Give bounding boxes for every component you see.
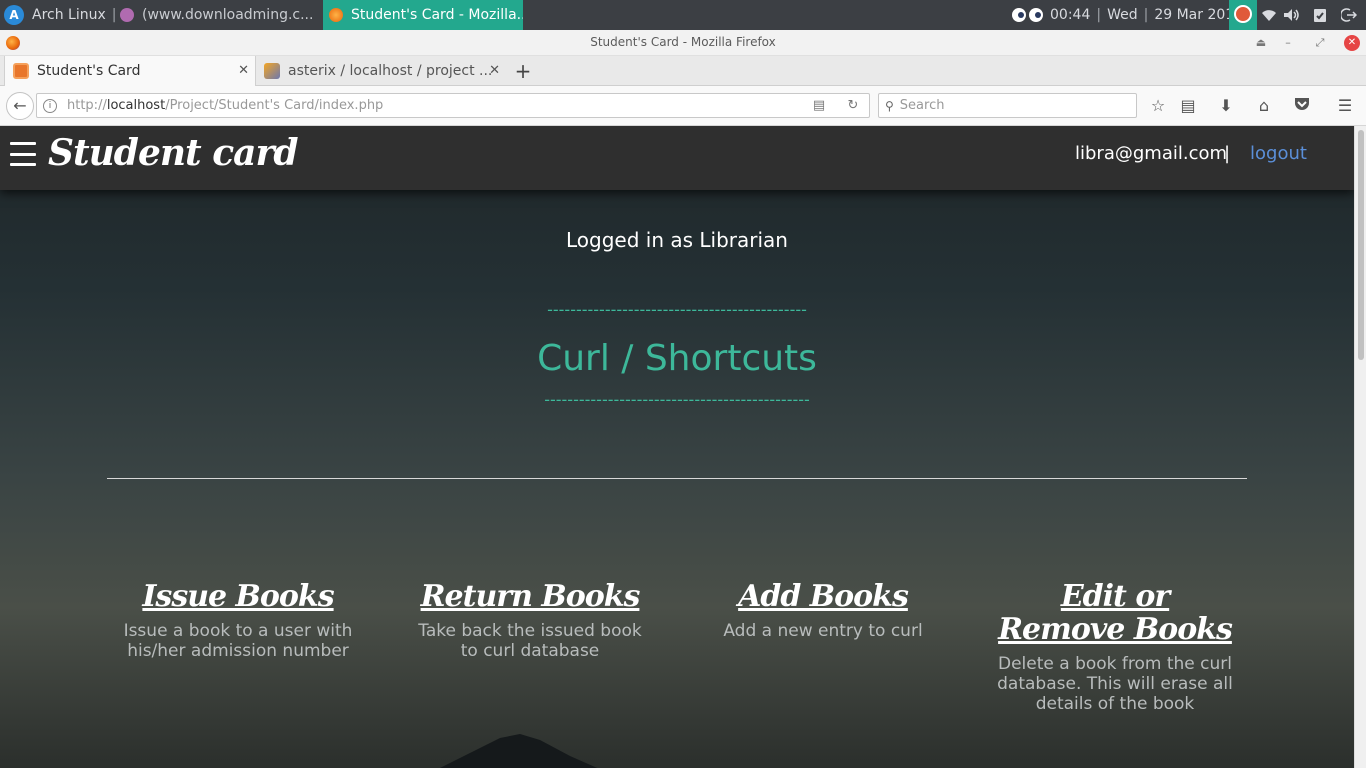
search-icon: ⚲ (885, 98, 894, 113)
site-header: Student card libra@gmail.com | logout (0, 126, 1354, 190)
close-window-button[interactable]: ✕ (1344, 35, 1360, 51)
volume-icon[interactable] (1283, 6, 1301, 24)
hamburger-menu-icon[interactable] (10, 142, 36, 166)
clock[interactable]: 00:44 | Wed | 29 Mar 2017 (1050, 0, 1243, 30)
os-menu[interactable]: A Arch Linux | (4, 0, 123, 30)
pocket-icon[interactable] (1291, 96, 1313, 116)
horizontal-divider (107, 478, 1247, 479)
mountain-background-image (440, 734, 598, 768)
tab-label: asterix / localhost / project ... (288, 63, 493, 79)
title-divider-top: ----------------------------------------… (547, 300, 807, 319)
task-label: (www.downloadming.c... (142, 7, 314, 23)
xampp-favicon-icon (13, 63, 29, 79)
card-description: Add a new entry to curl (723, 621, 923, 641)
site-brand[interactable]: Student card (48, 132, 299, 174)
wifi-icon[interactable] (1260, 6, 1278, 24)
system-panel: A Arch Linux | (www.downloadming.c... St… (0, 0, 1366, 30)
edit-remove-books-link[interactable]: Edit or Remove Books (995, 580, 1235, 646)
bookmark-star-icon[interactable]: ☆ (1147, 96, 1169, 116)
task-label: Student's Card - Mozilla... (351, 7, 523, 23)
header-separator: | (1224, 143, 1231, 164)
tab-label: Student's Card (37, 63, 141, 79)
taskbar-item-firefox[interactable]: Student's Card - Mozilla... (323, 0, 523, 30)
arch-linux-icon: A (4, 5, 24, 25)
url-bar[interactable]: i http://localhost/Project/Student's Car… (36, 93, 870, 118)
window-title-bar[interactable]: Student's Card - Mozilla Firefox ⏏ – ⤢ ✕ (0, 30, 1366, 56)
phpmyadmin-favicon-icon (264, 63, 280, 79)
return-books-link[interactable]: Return Books (410, 580, 650, 613)
eject-icon[interactable]: ⏏ (1253, 35, 1269, 51)
search-bar[interactable]: ⚲ Search (878, 93, 1137, 118)
url-path: /Project/Student's Card/index.php (165, 98, 384, 113)
menu-icon[interactable]: ☰ (1334, 96, 1356, 116)
reading-list-icon[interactable]: ▤ (1177, 96, 1199, 116)
url-prefix: http:// (67, 98, 107, 113)
card-description: Take back the issued book to curl databa… (418, 621, 642, 661)
downloads-icon[interactable]: ⬇ (1215, 96, 1237, 116)
reader-view-icon[interactable]: ▤ (811, 98, 827, 114)
issue-books-link[interactable]: Issue Books (118, 580, 358, 613)
close-tab-icon[interactable]: ✕ (238, 63, 249, 78)
eyes-icon[interactable] (1010, 6, 1046, 24)
shortcut-edit-remove-books: Edit or Remove Books Delete a book from … (995, 580, 1235, 714)
section-title: Curl / Shortcuts (537, 338, 817, 379)
maximize-button[interactable]: ⤢ (1312, 35, 1328, 51)
firefox-app-icon (329, 8, 343, 22)
title-divider-bottom: ----------------------------------------… (544, 390, 810, 409)
url-host: localhost (106, 98, 166, 113)
window-title: Student's Card - Mozilla Firefox (590, 35, 776, 49)
tab-students-card[interactable]: Student's Card ✕ (4, 56, 256, 86)
home-icon[interactable]: ⌂ (1253, 96, 1275, 116)
shortcut-issue-books: Issue Books Issue a book to a user with … (118, 580, 358, 661)
card-description: Issue a book to a user with his/her admi… (123, 621, 353, 661)
navigation-toolbar: ← i http://localhost/Project/Student's C… (0, 86, 1366, 126)
os-label: Arch Linux (32, 7, 106, 23)
clock-separator: | (1096, 7, 1102, 23)
taskbar-item-downloadming[interactable]: (www.downloadming.c... (114, 0, 320, 30)
card-description: Delete a book from the curl database. Th… (997, 654, 1233, 714)
shortcut-add-books: Add Books Add a new entry to curl (703, 580, 943, 641)
clock-separator: | (1143, 7, 1149, 23)
clipboard-icon[interactable] (1311, 6, 1329, 24)
network-status-icon (1234, 5, 1252, 23)
clock-day: Wed (1107, 7, 1138, 23)
search-placeholder: Search (899, 98, 945, 113)
new-tab-button[interactable]: + (510, 58, 536, 84)
web-page: Student card libra@gmail.com | logout Lo… (0, 126, 1354, 768)
minimize-button[interactable]: – (1280, 35, 1296, 51)
back-button[interactable]: ← (6, 92, 34, 120)
user-email: libra@gmail.com (1075, 143, 1228, 164)
close-tab-icon[interactable]: ✕ (489, 63, 500, 78)
scrollbar-thumb[interactable] (1358, 130, 1364, 360)
reload-icon[interactable]: ↻ (845, 98, 861, 114)
browser-app-icon (120, 8, 134, 22)
tab-phpmyadmin[interactable]: asterix / localhost / project ... ✕ (256, 56, 506, 86)
tab-bar: Student's Card ✕ asterix / localhost / p… (0, 56, 1366, 86)
logout-icon[interactable] (1340, 6, 1358, 24)
add-books-link[interactable]: Add Books (703, 580, 943, 613)
clock-time: 00:44 (1050, 7, 1091, 23)
logout-link[interactable]: logout (1250, 143, 1307, 164)
site-info-icon[interactable]: i (43, 98, 57, 113)
network-status-button[interactable] (1229, 0, 1257, 30)
page-scrollbar[interactable] (1354, 126, 1366, 768)
logged-in-status: Logged in as Librarian (566, 228, 788, 252)
shortcut-return-books: Return Books Take back the issued book t… (410, 580, 650, 661)
